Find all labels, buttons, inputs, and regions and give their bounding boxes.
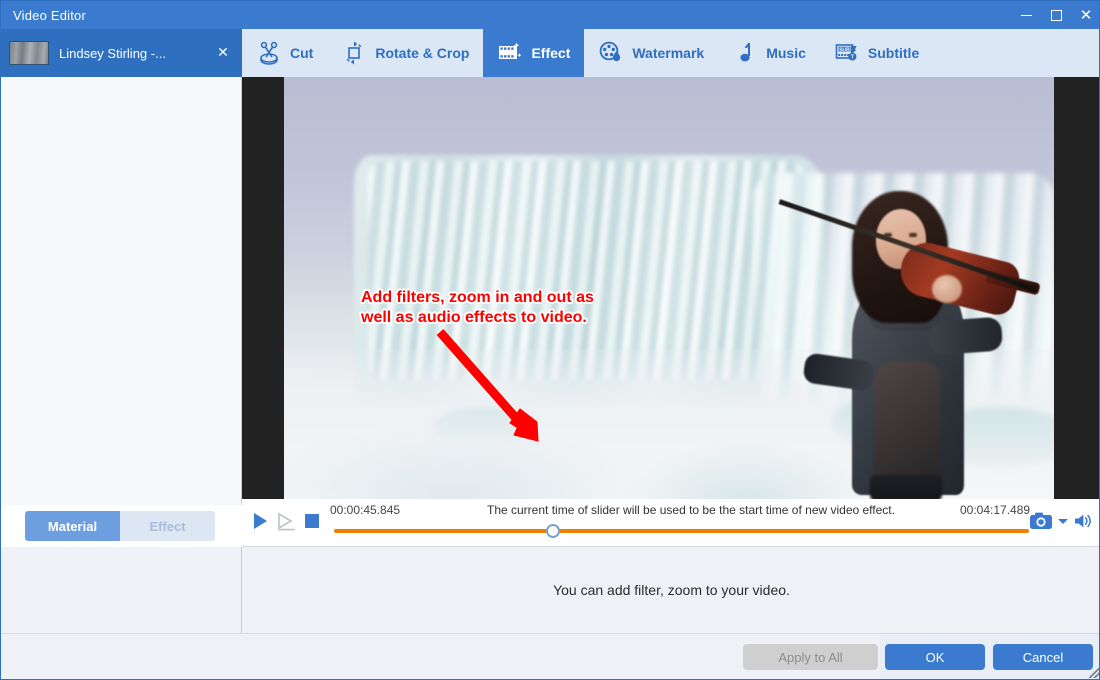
tab-rotate-crop-label: Rotate & Crop xyxy=(375,45,470,61)
snow-mound-c xyxy=(434,407,534,445)
main-toolbar: Cut Rotate & Crop Effect Watermark Music… xyxy=(242,29,1099,77)
figure-right-arm xyxy=(928,316,1004,356)
video-thumbnail-icon xyxy=(9,41,49,65)
tab-music[interactable]: Music xyxy=(718,29,820,77)
left-panel-tabs: Material Effect xyxy=(1,505,242,547)
dialog-footer: Apply to All OK Cancel xyxy=(1,633,1099,679)
video-editor-window: Video Editor ✕ Lindsey Stirling -... ✕ C… xyxy=(0,0,1100,680)
video-preview[interactable]: Add filters, zoom in and out as well as … xyxy=(242,77,1099,499)
app-title: Video Editor xyxy=(13,7,86,23)
current-time-label: 00:00:45.845 xyxy=(330,503,401,517)
annotation-callout-text: Add filters, zoom in and out as well as … xyxy=(361,289,594,327)
material-list-panel xyxy=(1,77,242,505)
effect-hint-panel: You can add filter, zoom to your video. xyxy=(242,547,1099,633)
tab-watermark[interactable]: Watermark xyxy=(584,29,718,77)
figure-legs xyxy=(870,475,942,499)
title-bar: Video Editor ✕ xyxy=(1,1,1099,29)
camera-icon[interactable] xyxy=(1029,511,1053,531)
minimize-icon xyxy=(1020,14,1032,16)
watermark-droplet-icon xyxy=(600,41,621,62)
figure-hand xyxy=(932,275,962,303)
play-step-icon[interactable] xyxy=(276,511,298,531)
window-controls: ✕ xyxy=(1011,1,1099,29)
progress-slider-handle[interactable] xyxy=(546,524,560,538)
tab-watermark-label: Watermark xyxy=(632,45,705,61)
close-icon: ✕ xyxy=(1079,5,1093,24)
total-time-label: 00:04:17.489 xyxy=(960,503,1031,517)
player-right-controls xyxy=(1029,511,1093,531)
transport-controls xyxy=(250,511,320,531)
speaker-icon[interactable] xyxy=(1073,512,1093,530)
svg-text:SUB: SUB xyxy=(839,47,850,53)
tab-subtitle-label: Subtitle xyxy=(867,45,920,61)
tab-subtitle[interactable]: SUB T Subtitle xyxy=(820,29,933,77)
ok-button[interactable]: OK xyxy=(885,644,985,670)
close-button[interactable]: ✕ xyxy=(1071,1,1099,29)
left-tab-effect[interactable]: Effect xyxy=(120,511,215,541)
maximize-icon xyxy=(1050,9,1062,21)
slider-hint-label: The current time of slider will be used … xyxy=(487,503,895,517)
video-frame: Add filters, zoom in and out as well as … xyxy=(284,77,1054,499)
player-times: 00:00:45.845 The current time of slider … xyxy=(242,503,1099,521)
minimize-button[interactable] xyxy=(1011,1,1041,29)
cancel-button[interactable]: Cancel xyxy=(993,644,1093,670)
effect-filmstrip-icon xyxy=(499,42,522,59)
media-tab[interactable]: Lindsey Stirling -... ✕ xyxy=(1,29,242,77)
tab-effect[interactable]: Effect xyxy=(483,29,585,77)
tab-effect-label: Effect xyxy=(531,45,571,61)
stop-icon[interactable] xyxy=(304,513,320,529)
tab-cut[interactable]: Cut xyxy=(242,29,327,77)
progress-slider[interactable] xyxy=(334,524,1029,538)
tab-cut-label: Cut xyxy=(290,45,314,61)
effect-hint-label: You can add filter, zoom to your video. xyxy=(553,582,790,598)
tab-rotate-crop[interactable]: Rotate & Crop xyxy=(327,29,483,77)
crop-rotate-icon xyxy=(345,41,364,65)
chevron-down-icon[interactable] xyxy=(1057,516,1069,526)
scissors-icon xyxy=(260,41,278,65)
media-tab-label: Lindsey Stirling -... xyxy=(59,45,166,61)
left-tab-material[interactable]: Material xyxy=(25,511,120,541)
player-bar: 00:00:45.845 The current time of slider … xyxy=(242,499,1099,547)
apply-to-all-button[interactable]: Apply to All xyxy=(743,644,878,670)
tab-music-label: Music xyxy=(766,45,806,61)
violinist-figure xyxy=(778,169,1044,499)
media-tab-close-icon[interactable]: ✕ xyxy=(212,42,234,64)
music-note-icon xyxy=(740,42,751,62)
play-icon[interactable] xyxy=(250,511,270,531)
maximize-button[interactable] xyxy=(1041,1,1071,29)
left-bottom-filler xyxy=(1,547,242,633)
resize-grip[interactable] xyxy=(1089,668,1099,678)
subtitle-icon: SUB T xyxy=(835,44,857,61)
